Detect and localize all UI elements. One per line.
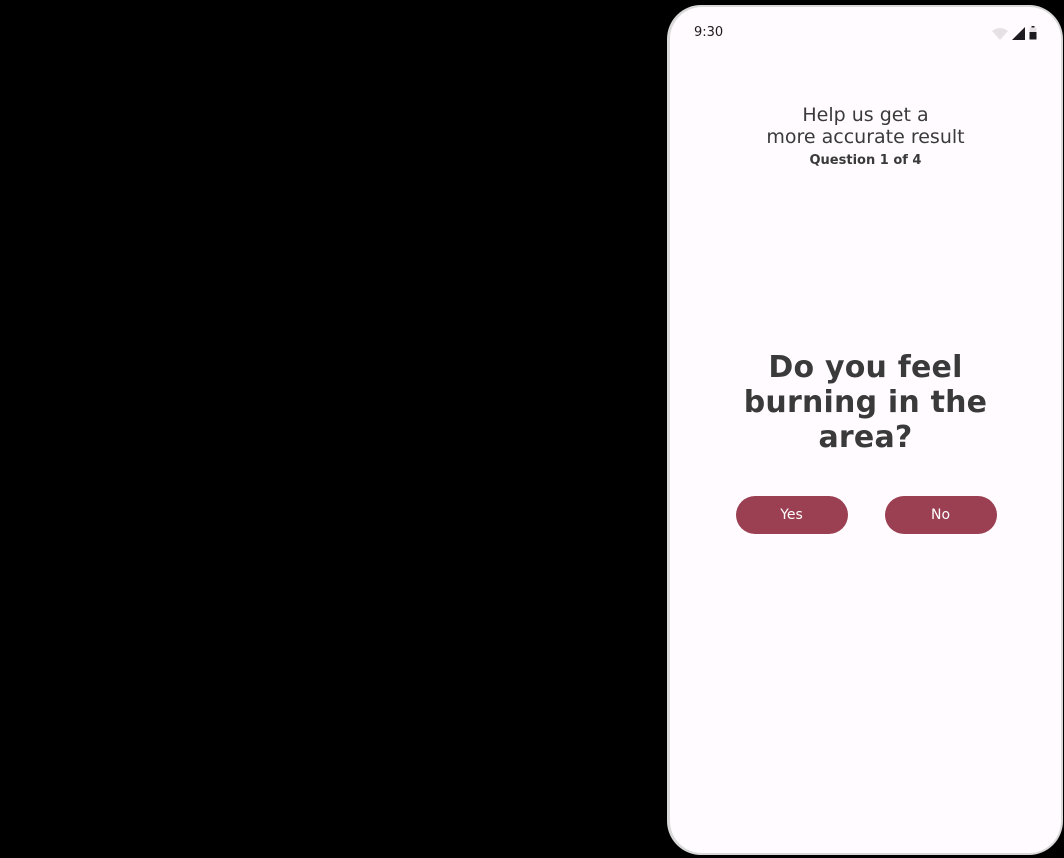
yes-button[interactable]: Yes bbox=[735, 496, 848, 534]
no-button[interactable]: No bbox=[884, 496, 997, 534]
wifi-icon bbox=[992, 28, 1008, 40]
questionnaire-header: Help us get a more accurate result Quest… bbox=[670, 104, 1061, 168]
page-title: Help us get a more accurate result bbox=[766, 104, 965, 148]
status-icons bbox=[992, 26, 1037, 40]
battery-icon bbox=[1029, 26, 1037, 40]
phone-frame: 9:30 Help us get a more accurate result … bbox=[667, 5, 1063, 855]
status-time: 9:30 bbox=[694, 25, 724, 40]
answer-buttons: Yes No bbox=[670, 496, 1061, 534]
app-screen: 9:30 Help us get a more accurate result … bbox=[670, 7, 1061, 853]
question-progress: Question 1 of 4 bbox=[809, 153, 922, 168]
question-text: Do you feel burning in the area? bbox=[743, 350, 988, 455]
status-bar: 9:30 bbox=[670, 7, 1061, 59]
signal-icon bbox=[1012, 27, 1025, 40]
